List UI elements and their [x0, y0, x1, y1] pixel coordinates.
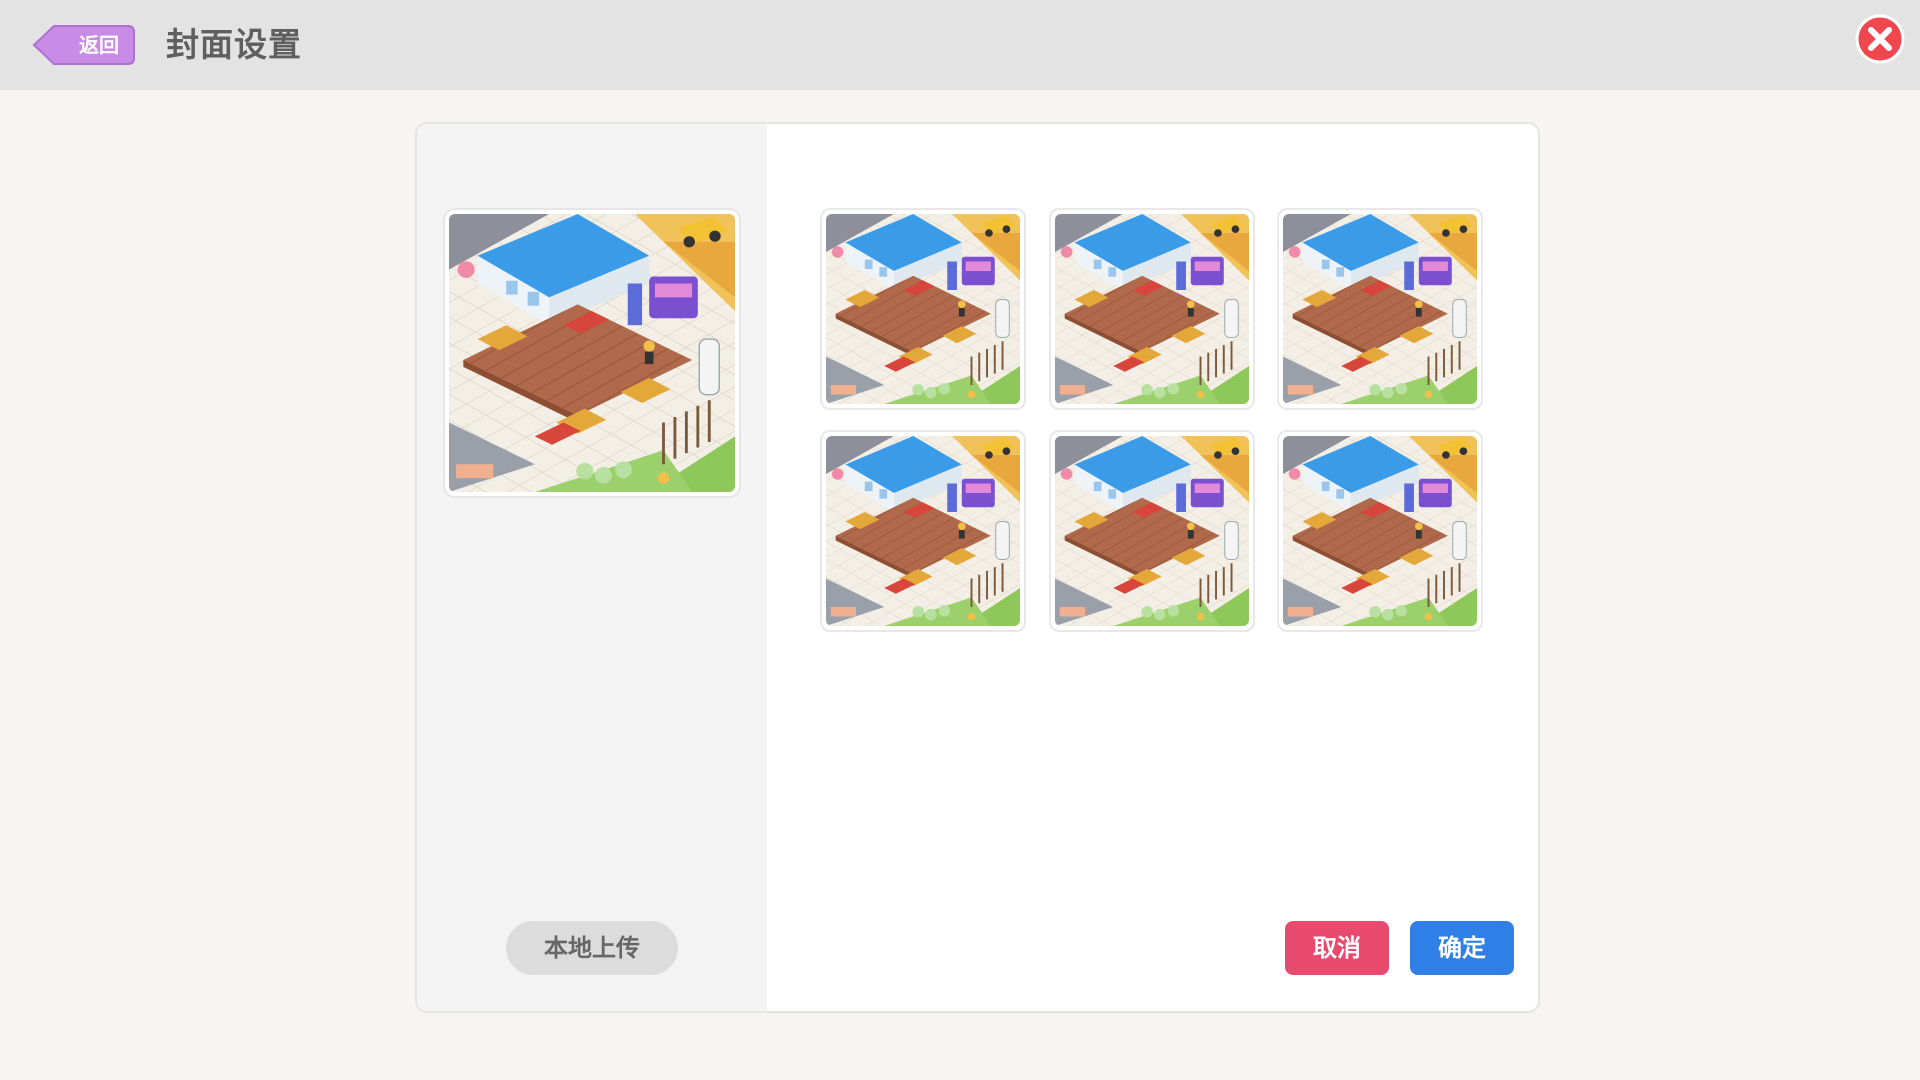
current-cover-preview [443, 208, 741, 498]
current-cover-panel: 本地上传 [417, 124, 767, 1011]
back-button-label: 返回 [79, 33, 119, 57]
cover-thumbnail-image [826, 214, 1020, 404]
cover-option-4[interactable] [820, 430, 1026, 632]
header-zigzag-edge [0, 76, 1920, 88]
page-title: 封面设置 [166, 25, 302, 64]
current-cover-image [449, 214, 735, 492]
cover-settings-dialog: 本地上传 取消 确定 [415, 122, 1540, 1013]
cover-option-3[interactable] [1277, 208, 1483, 410]
cover-thumbnail-image [1055, 436, 1249, 626]
cover-thumbnail-image [1283, 436, 1477, 626]
cover-option-5[interactable] [1049, 430, 1255, 632]
cover-thumbnail-image [1055, 214, 1249, 404]
cover-option-2[interactable] [1049, 208, 1255, 410]
cover-thumbnail-image [1283, 214, 1477, 404]
close-button[interactable] [1855, 14, 1905, 64]
close-icon [1855, 14, 1905, 64]
cover-thumbnail-image [826, 436, 1020, 626]
local-upload-button[interactable]: 本地上传 [506, 921, 678, 975]
cover-option-1[interactable] [820, 208, 1026, 410]
top-bar: 返回 封面设置 [0, 0, 1920, 90]
cancel-button[interactable]: 取消 [1285, 921, 1389, 975]
back-button[interactable]: 返回 [32, 22, 136, 68]
cover-option-6[interactable] [1277, 430, 1483, 632]
confirm-button[interactable]: 确定 [1410, 921, 1514, 975]
